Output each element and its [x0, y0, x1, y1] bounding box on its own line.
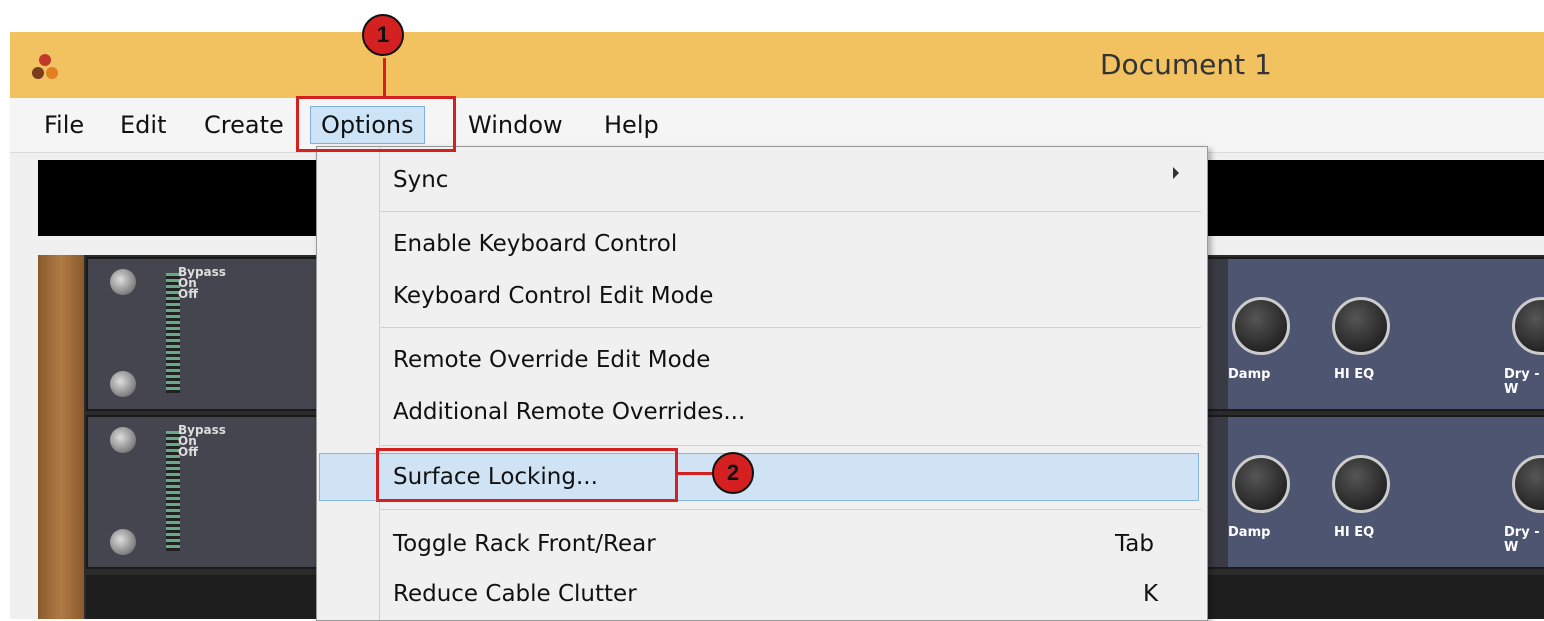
propellerhead-logo-icon[interactable] [30, 52, 60, 82]
dry-wet-knob[interactable] [1512, 455, 1544, 513]
screw-icon [110, 371, 136, 397]
hi-eq-label: HI EQ [1334, 367, 1375, 382]
menu-create[interactable]: Create [198, 108, 290, 142]
menu-help[interactable]: Help [598, 108, 665, 142]
menu-item-remote-override-edit-mode[interactable]: Remote Override Edit Mode [393, 343, 710, 377]
menu-item-sync[interactable]: Sync [393, 163, 448, 197]
annotation-box-options [296, 96, 456, 152]
hi-eq-knob[interactable] [1332, 455, 1390, 513]
knob-panel: Damp HI EQ Dry - W [1228, 259, 1544, 409]
menu-item-keyboard-control-edit-mode[interactable]: Keyboard Control Edit Mode [393, 279, 713, 313]
dry-wet-knob[interactable] [1512, 297, 1544, 355]
damp-label: Damp [1228, 367, 1271, 382]
menu-separator [381, 509, 1201, 510]
menu-item-enable-keyboard-control[interactable]: Enable Keyboard Control [393, 227, 677, 261]
off-label: Off [178, 445, 198, 459]
damp-knob[interactable] [1232, 455, 1290, 513]
annotation-box-surface-locking [376, 448, 678, 502]
off-label: Off [178, 287, 198, 301]
dry-wet-label: Dry - W [1504, 367, 1540, 397]
menu-separator [381, 445, 1201, 446]
annotation-connector-2 [678, 472, 714, 475]
menu-edit[interactable]: Edit [114, 108, 172, 142]
device-control-panel: Bypass On Off [88, 417, 328, 567]
damp-knob[interactable] [1232, 297, 1290, 355]
title-bar: Document 1 [10, 32, 1544, 98]
rack-side-panel [38, 255, 84, 619]
menu-separator [381, 211, 1201, 212]
options-dropdown-menu: Sync Enable Keyboard Control Keyboard Co… [316, 146, 1208, 621]
hi-eq-knob[interactable] [1332, 297, 1390, 355]
annotation-badge-2: 2 [712, 452, 754, 494]
annotation-badge-1: 1 [362, 14, 404, 56]
hi-eq-label: HI EQ [1334, 525, 1375, 540]
bypass-switch[interactable]: Bypass On Off [178, 424, 226, 459]
menu-item-reduce-cable-clutter[interactable]: Reduce Cable Clutter [393, 577, 637, 611]
bypass-switch[interactable]: Bypass On Off [178, 266, 226, 301]
damp-label: Damp [1228, 525, 1271, 540]
knob-panel: Damp HI EQ Dry - W [1228, 417, 1544, 567]
device-control-panel: Bypass On Off [88, 259, 328, 409]
shortcut-tab: Tab [1115, 531, 1154, 557]
menu-icon-gutter [379, 147, 380, 620]
menu-bar: File Edit Create Options Window Help [10, 98, 1544, 153]
shortcut-k: K [1143, 581, 1159, 607]
annotation-connector-1 [383, 58, 386, 98]
window-title: Document 1 [1100, 48, 1272, 81]
menu-window[interactable]: Window [462, 108, 569, 142]
screw-icon [110, 529, 136, 555]
menu-item-additional-remote-overrides[interactable]: Additional Remote Overrides... [393, 395, 745, 429]
submenu-arrow-icon [1173, 167, 1179, 179]
menu-file[interactable]: File [38, 108, 90, 142]
menu-item-toggle-rack-front-rear[interactable]: Toggle Rack Front/Rear [393, 527, 656, 561]
dry-wet-label: Dry - W [1504, 525, 1540, 555]
screw-icon [110, 269, 136, 295]
menu-separator [381, 327, 1201, 328]
screw-icon [110, 427, 136, 453]
